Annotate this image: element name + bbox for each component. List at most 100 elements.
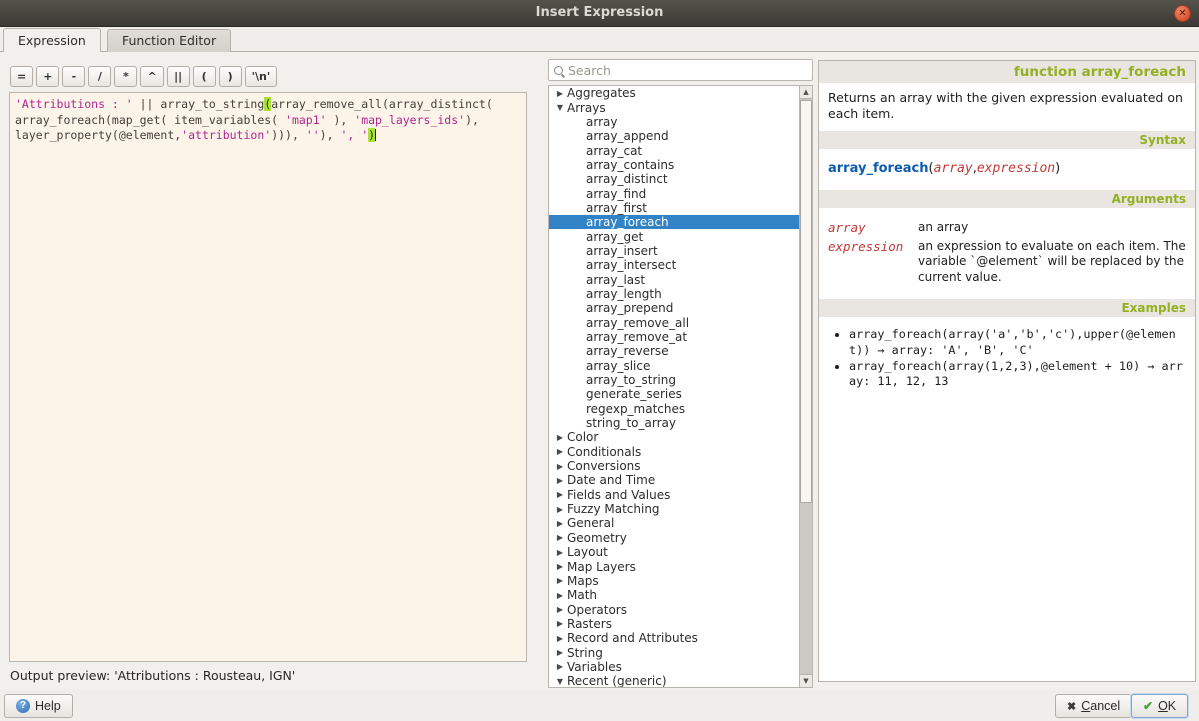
operator-button[interactable]: / bbox=[88, 66, 111, 87]
scroll-down-icon[interactable]: ▼ bbox=[800, 674, 812, 687]
tab-function-editor[interactable]: Function Editor bbox=[107, 29, 231, 52]
tree-group-arrays[interactable]: ▼Arrays bbox=[549, 100, 812, 114]
help-button[interactable]: ? Help bbox=[4, 694, 73, 718]
tree-group-variables[interactable]: ▶Variables bbox=[549, 660, 812, 674]
tree-item-array_get[interactable]: array_get bbox=[549, 229, 812, 243]
tree-item-array_distinct[interactable]: array_distinct bbox=[549, 172, 812, 186]
chevron-down-icon[interactable]: ▼ bbox=[553, 677, 567, 686]
output-preview-label: Output preview: bbox=[10, 668, 110, 683]
close-window-icon[interactable]: ✕ bbox=[1174, 5, 1191, 22]
chevron-right-icon[interactable]: ▶ bbox=[553, 662, 567, 671]
tree-item-array_contains[interactable]: array_contains bbox=[549, 158, 812, 172]
expression-editor[interactable]: 'Attributions : ' || array_to_string(arr… bbox=[9, 92, 527, 662]
tree-item-array_find[interactable]: array_find bbox=[549, 186, 812, 200]
scrollbar-thumb[interactable] bbox=[800, 100, 812, 503]
tree-group-date-and-time[interactable]: ▶Date and Time bbox=[549, 473, 812, 487]
tree-item-regexp_matches[interactable]: regexp_matches bbox=[549, 402, 812, 416]
window-title: Insert Expression bbox=[0, 0, 1199, 26]
tree-group-map-layers[interactable]: ▶Map Layers bbox=[549, 559, 812, 573]
tree-item-label: Aggregates bbox=[567, 86, 636, 100]
tree-item-label: Conditionals bbox=[567, 445, 641, 459]
tree-group-operators[interactable]: ▶Operators bbox=[549, 602, 812, 616]
operator-button[interactable]: ^ bbox=[140, 66, 163, 87]
operator-button[interactable]: + bbox=[36, 66, 59, 87]
tree-item-array_foreach[interactable]: array_foreach bbox=[549, 215, 812, 229]
tree-group-recent-generic-[interactable]: ▼Recent (generic) bbox=[549, 674, 812, 688]
tree-item-label: array_remove_at bbox=[586, 330, 687, 344]
tree-item-label: Rasters bbox=[567, 617, 612, 631]
chevron-right-icon[interactable]: ▶ bbox=[553, 462, 567, 471]
arguments-heading: Arguments bbox=[819, 190, 1195, 208]
chevron-right-icon[interactable]: ▶ bbox=[553, 619, 567, 628]
chevron-right-icon[interactable]: ▶ bbox=[553, 591, 567, 600]
tree-item-array_remove_all[interactable]: array_remove_all bbox=[549, 316, 812, 330]
tree-item-array_slice[interactable]: array_slice bbox=[549, 359, 812, 373]
tree-item-array_insert[interactable]: array_insert bbox=[549, 244, 812, 258]
operator-button[interactable]: ( bbox=[193, 66, 216, 87]
tree-item-array_remove_at[interactable]: array_remove_at bbox=[549, 330, 812, 344]
tree-group-general[interactable]: ▶General bbox=[549, 516, 812, 530]
tree-group-record-and-attributes[interactable]: ▶Record and Attributes bbox=[549, 631, 812, 645]
chevron-right-icon[interactable]: ▶ bbox=[553, 447, 567, 456]
operator-button[interactable]: '\n' bbox=[245, 66, 278, 87]
tree-item-label: array_reverse bbox=[586, 344, 669, 358]
function-tree-rows: ▶Aggregates▼Arraysarrayarray_appendarray… bbox=[549, 86, 812, 688]
chevron-right-icon[interactable]: ▶ bbox=[553, 533, 567, 542]
tree-group-geometry[interactable]: ▶Geometry bbox=[549, 531, 812, 545]
tree-item-array_intersect[interactable]: array_intersect bbox=[549, 258, 812, 272]
tree-item-label: array_distinct bbox=[586, 172, 668, 186]
operator-button[interactable]: - bbox=[62, 66, 85, 87]
chevron-right-icon[interactable]: ▶ bbox=[553, 476, 567, 485]
tree-item-array_first[interactable]: array_first bbox=[549, 201, 812, 215]
tree-item-array_last[interactable]: array_last bbox=[549, 272, 812, 286]
search-input[interactable] bbox=[568, 63, 807, 78]
tree-item-array_append[interactable]: array_append bbox=[549, 129, 812, 143]
operator-button[interactable]: * bbox=[114, 66, 137, 87]
chevron-right-icon[interactable]: ▶ bbox=[553, 548, 567, 557]
tree-group-color[interactable]: ▶Color bbox=[549, 430, 812, 444]
tree-item-generate_series[interactable]: generate_series bbox=[549, 387, 812, 401]
operator-button[interactable]: || bbox=[167, 66, 190, 87]
tree-group-fuzzy-matching[interactable]: ▶Fuzzy Matching bbox=[549, 502, 812, 516]
chevron-right-icon[interactable]: ▶ bbox=[553, 89, 567, 98]
operator-button[interactable]: ) bbox=[219, 66, 242, 87]
cancel-button[interactable]: ✖ Cancel bbox=[1055, 694, 1132, 718]
tree-group-conversions[interactable]: ▶Conversions bbox=[549, 459, 812, 473]
tree-item-array_cat[interactable]: array_cat bbox=[549, 143, 812, 157]
tree-item-array_length[interactable]: array_length bbox=[549, 287, 812, 301]
tree-group-rasters[interactable]: ▶Rasters bbox=[549, 617, 812, 631]
tree-item-array_reverse[interactable]: array_reverse bbox=[549, 344, 812, 358]
tree-group-string[interactable]: ▶String bbox=[549, 645, 812, 659]
tree-item-array[interactable]: array bbox=[549, 115, 812, 129]
help-title: function array_foreach bbox=[819, 61, 1195, 83]
arguments-table: arrayan arrayexpressionan expression to … bbox=[819, 208, 1195, 299]
operator-buttons: =+-/*^||()'\n' bbox=[10, 66, 277, 87]
chevron-right-icon[interactable]: ▶ bbox=[553, 433, 567, 442]
chevron-down-icon[interactable]: ▼ bbox=[553, 103, 567, 112]
chevron-right-icon[interactable]: ▶ bbox=[553, 648, 567, 657]
tree-item-array_prepend[interactable]: array_prepend bbox=[549, 301, 812, 315]
tab-expression[interactable]: Expression bbox=[3, 28, 101, 52]
tree-group-fields-and-values[interactable]: ▶Fields and Values bbox=[549, 488, 812, 502]
operator-button[interactable]: = bbox=[10, 66, 33, 87]
tree-item-array_to_string[interactable]: array_to_string bbox=[549, 373, 812, 387]
chevron-right-icon[interactable]: ▶ bbox=[553, 576, 567, 585]
chevron-right-icon[interactable]: ▶ bbox=[553, 562, 567, 571]
ok-button[interactable]: ✔ OK bbox=[1131, 694, 1188, 718]
scroll-up-icon[interactable]: ▲ bbox=[800, 86, 812, 99]
chevron-right-icon[interactable]: ▶ bbox=[553, 490, 567, 499]
chevron-right-icon[interactable]: ▶ bbox=[553, 505, 567, 514]
chevron-right-icon[interactable]: ▶ bbox=[553, 519, 567, 528]
tree-group-conditionals[interactable]: ▶Conditionals bbox=[549, 445, 812, 459]
tree-group-maps[interactable]: ▶Maps bbox=[549, 574, 812, 588]
tree-item-label: array_prepend bbox=[586, 301, 673, 315]
tree-group-aggregates[interactable]: ▶Aggregates bbox=[549, 86, 812, 100]
chevron-right-icon[interactable]: ▶ bbox=[553, 605, 567, 614]
tree-group-math[interactable]: ▶Math bbox=[549, 588, 812, 602]
tree-group-layout[interactable]: ▶Layout bbox=[549, 545, 812, 559]
chevron-right-icon[interactable]: ▶ bbox=[553, 634, 567, 643]
tree-scrollbar[interactable]: ▲ ▼ bbox=[799, 86, 812, 687]
tab-bar: Expression Function Editor bbox=[3, 28, 232, 52]
tree-item-label: array_slice bbox=[586, 359, 650, 373]
tree-item-string_to_array[interactable]: string_to_array bbox=[549, 416, 812, 430]
